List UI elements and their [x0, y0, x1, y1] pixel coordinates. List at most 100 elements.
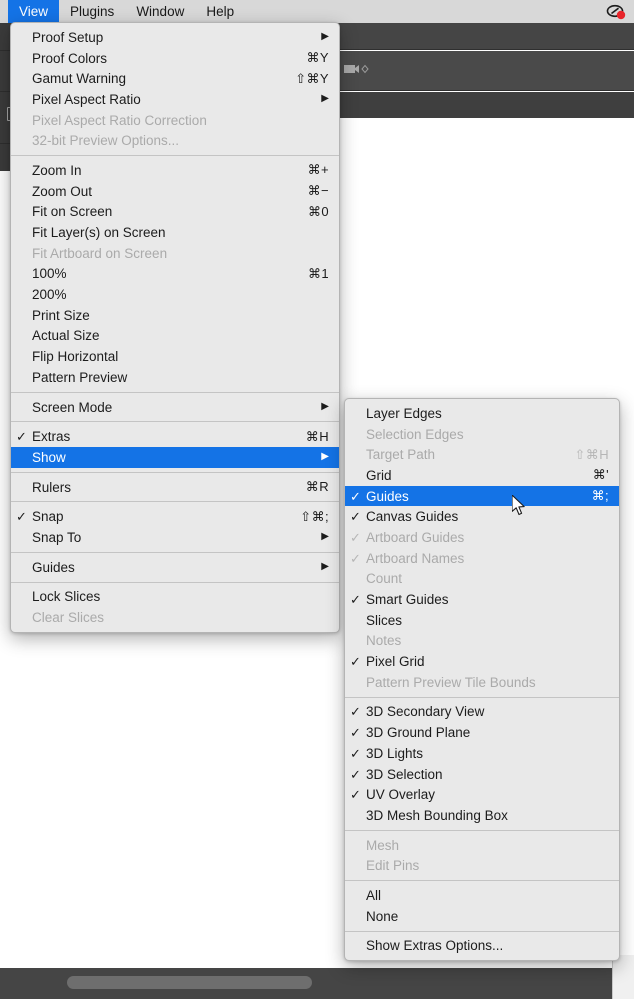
menu-item-shortcut: ⇧⌘Y — [295, 70, 329, 86]
view-menu-item-rulers[interactable]: Rulers ⌘R — [11, 477, 339, 498]
menu-item-label: Target Path — [366, 447, 436, 463]
show-submenu-item-guides[interactable]: ✓ Guides ⌘; — [345, 485, 619, 507]
view-menu-item-extras[interactable]: ✓ Extras ⌘H — [11, 426, 339, 447]
show-submenu-item-canvas-guides[interactable]: ✓ Canvas Guides — [345, 506, 619, 527]
menu-item-label: 3D Ground Plane — [366, 725, 471, 741]
menu-item-label: Gamut Warning — [32, 71, 127, 87]
menu-item-label: Count — [366, 571, 403, 587]
menu-item-label: Grid — [366, 467, 392, 483]
menubar-item-plugins[interactable]: Plugins — [59, 0, 125, 23]
view-menu-item-fit-layer-s-on-screen[interactable]: Fit Layer(s) on Screen — [11, 222, 339, 243]
menu-item-label: Guides — [366, 488, 409, 504]
checkmark-icon: ✓ — [350, 488, 361, 504]
show-submenu-item-grid[interactable]: Grid ⌘' — [345, 465, 619, 486]
view-menu-item-print-size[interactable]: Print Size — [11, 305, 339, 326]
show-submenu-item-uv-overlay[interactable]: ✓ UV Overlay — [345, 784, 619, 805]
submenu-arrow-icon: ▶ — [321, 31, 329, 43]
view-menu-item-gamut-warning[interactable]: Gamut Warning ⇧⌘Y — [11, 68, 339, 89]
show-submenu-item-pixel-grid[interactable]: ✓ Pixel Grid — [345, 651, 619, 672]
menu-item-label: Lock Slices — [32, 589, 101, 605]
show-submenu-item-all[interactable]: All — [345, 885, 619, 906]
horizontal-scrollbar[interactable] — [0, 968, 634, 999]
view-menu-item-zoom-in[interactable]: Zoom In ⌘+ — [11, 160, 339, 181]
submenu-arrow-icon: ▶ — [321, 401, 329, 413]
show-submenu-item-3d-ground-plane[interactable]: ✓ 3D Ground Plane — [345, 722, 619, 743]
show-submenu-item-pattern-preview-tile-bounds: Pattern Preview Tile Bounds — [345, 672, 619, 693]
view-menu-item-guides[interactable]: Guides ▶ — [11, 557, 339, 578]
view-menu-item-actual-size[interactable]: Actual Size — [11, 326, 339, 347]
menu-item-shortcut: ⌘; — [591, 488, 609, 504]
show-submenu-item-smart-guides[interactable]: ✓ Smart Guides — [345, 589, 619, 610]
menu-item-label: Fit Artboard on Screen — [32, 245, 168, 261]
checkmark-icon: ✓ — [350, 550, 361, 566]
menu-separator — [11, 391, 339, 393]
show-submenu-popup[interactable]: Layer Edges Selection Edges Target Path ⇧⌘H… — [344, 398, 620, 962]
menu-item-label: Notes — [366, 633, 402, 649]
view-menu-item-screen-mode[interactable]: Screen Mode ▶ — [11, 397, 339, 418]
menu-item-label: 3D Lights — [366, 745, 424, 761]
menubar-item-help[interactable]: Help — [195, 0, 245, 23]
menu-item-label: Fit on Screen — [32, 204, 113, 220]
view-menu-item-fit-on-screen[interactable]: Fit on Screen ⌘0 — [11, 202, 339, 223]
view-menu-popup[interactable]: Proof Setup ▶ Proof Colors ⌘Y Gamut Warning ⇧… — [10, 22, 340, 633]
show-submenu-item-show-extras-options[interactable]: Show Extras Options... — [345, 936, 619, 957]
view-menu-item-proof-colors[interactable]: Proof Colors ⌘Y — [11, 48, 339, 69]
show-submenu-item-count: Count — [345, 569, 619, 590]
view-menu-item-proof-setup[interactable]: Proof Setup ▶ — [11, 27, 339, 48]
submenu-arrow-icon: ▶ — [321, 561, 329, 573]
menu-separator — [11, 581, 339, 583]
show-submenu-item-none[interactable]: None — [345, 906, 619, 927]
menu-item-shortcut: ⌘Y — [306, 50, 329, 66]
menu-item-label: 100% — [32, 266, 67, 282]
video-camera-icon[interactable] — [344, 62, 370, 76]
horizontal-scrollbar-thumb[interactable] — [67, 976, 312, 989]
show-submenu-item-3d-secondary-view[interactable]: ✓ 3D Secondary View — [345, 702, 619, 723]
menu-item-label: UV Overlay — [366, 787, 436, 803]
menu-item-label: Layer Edges — [366, 405, 442, 421]
menu-item-label: Slices — [366, 612, 403, 628]
view-menu-item-zoom-out[interactable]: Zoom Out ⌘− — [11, 181, 339, 202]
menu-separator — [11, 471, 339, 473]
show-submenu-item-mesh: Mesh — [345, 835, 619, 856]
view-menu-item-snap[interactable]: ✓ Snap ⇧⌘; — [11, 506, 339, 527]
menu-item-label: Artboard Guides — [366, 529, 465, 545]
menubar-item-window[interactable]: Window — [125, 0, 195, 23]
view-menu-item-show[interactable]: Show ▶ — [11, 447, 339, 468]
view-menu-item-32-bit-preview-options: 32-bit Preview Options... — [11, 130, 339, 151]
menu-item-shortcut: ⌘− — [307, 183, 329, 199]
show-submenu-item-artboard-guides: ✓ Artboard Guides — [345, 527, 619, 548]
view-menu-item-lock-slices[interactable]: Lock Slices — [11, 587, 339, 608]
checkmark-icon: ✓ — [350, 704, 361, 720]
menu-item-label: Fit Layer(s) on Screen — [32, 225, 166, 241]
menubar-item-view[interactable]: View — [8, 0, 60, 23]
menu-item-label: Edit Pins — [366, 858, 420, 874]
show-submenu-item-layer-edges[interactable]: Layer Edges — [345, 403, 619, 424]
view-menu-item-snap-to[interactable]: Snap To ▶ — [11, 527, 339, 548]
menu-item-label: Pixel Grid — [366, 654, 425, 670]
menu-item-label: All — [366, 887, 382, 903]
menu-item-label: Show Extras Options... — [366, 938, 504, 954]
show-submenu-item-target-path: Target Path ⇧⌘H — [345, 444, 619, 465]
view-menu-item-200[interactable]: 200% — [11, 284, 339, 305]
menu-item-label: Guides — [32, 559, 75, 575]
show-submenu-item-3d-selection[interactable]: ✓ 3D Selection — [345, 764, 619, 785]
menu-item-shortcut: ⌘' — [592, 467, 609, 483]
screen-record-icon[interactable] — [606, 4, 628, 20]
submenu-arrow-icon: ▶ — [321, 93, 329, 105]
show-submenu-item-slices[interactable]: Slices — [345, 610, 619, 631]
view-menu-item-pattern-preview[interactable]: Pattern Preview — [11, 367, 339, 388]
show-submenu-item-artboard-names: ✓ Artboard Names — [345, 548, 619, 569]
view-menu-item-flip-horizontal[interactable]: Flip Horizontal — [11, 346, 339, 367]
show-submenu-item-3d-lights[interactable]: ✓ 3D Lights — [345, 743, 619, 764]
menu-item-label: Print Size — [32, 307, 90, 323]
checkmark-icon: ✓ — [350, 654, 361, 670]
menu-bar: View Plugins Window Help — [0, 0, 634, 23]
menu-item-shortcut: ⌘1 — [307, 265, 329, 281]
show-submenu-item-3d-mesh-bounding-box[interactable]: 3D Mesh Bounding Box — [345, 805, 619, 826]
view-menu-item-fit-artboard-on-screen: Fit Artboard on Screen — [11, 243, 339, 264]
view-menu-item-100[interactable]: 100% ⌘1 — [11, 264, 339, 285]
menu-item-shortcut: ⌘R — [305, 479, 329, 495]
view-menu-item-pixel-aspect-ratio[interactable]: Pixel Aspect Ratio ▶ — [11, 89, 339, 110]
menu-separator — [345, 880, 619, 882]
show-submenu-item-selection-edges: Selection Edges — [345, 424, 619, 445]
